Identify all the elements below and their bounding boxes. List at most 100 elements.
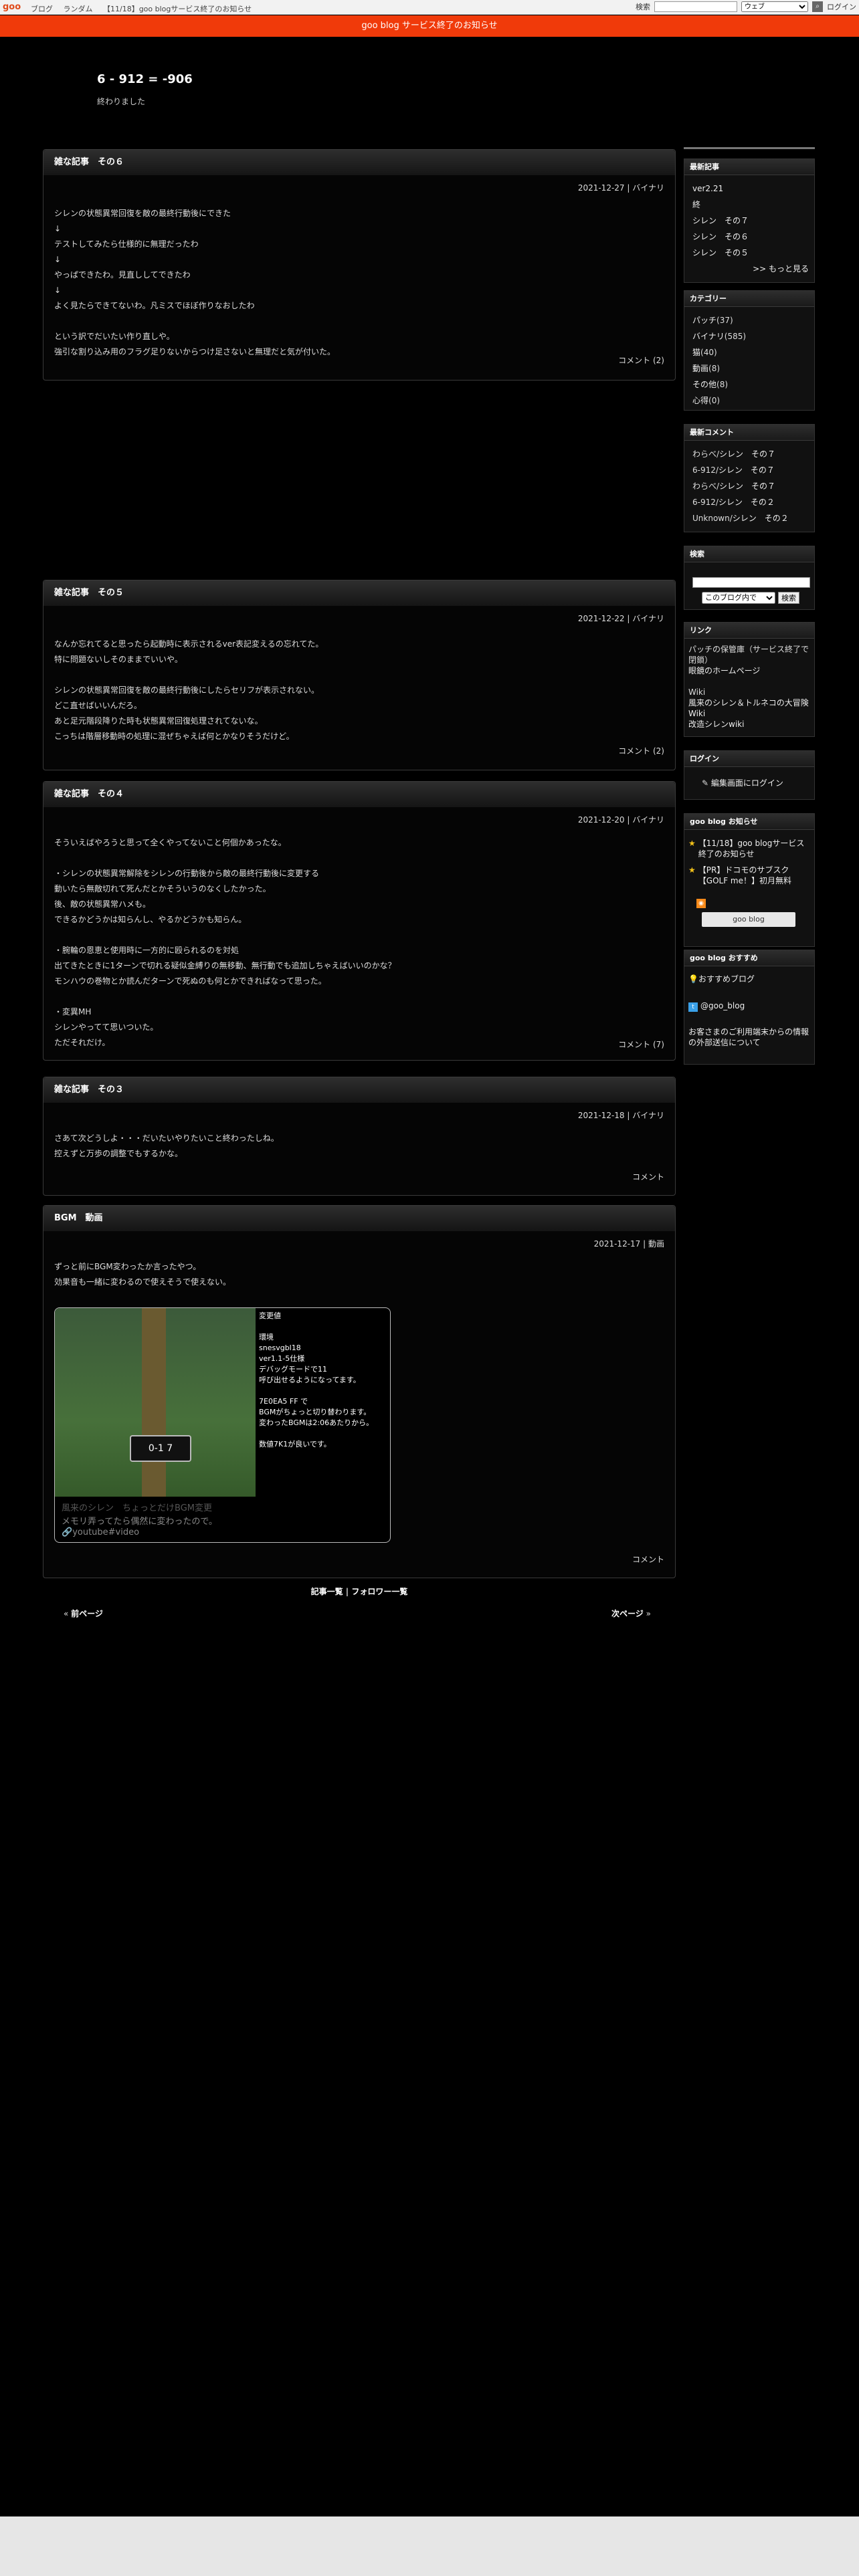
post-date: 2021-12-20 [577, 815, 625, 825]
top-links: ブログ ランダム 【11/18】goo blogサービス終了のお知らせ [31, 3, 260, 14]
post-category[interactable]: バイナリ [632, 815, 664, 825]
post-category[interactable]: 動画 [648, 1239, 664, 1249]
top-link-random[interactable]: ランダム [64, 5, 93, 13]
post-article: 雑な記事 その６ 2021-12-27 | バイナリ シレンの状態異常回復を敵の… [43, 149, 676, 381]
recent-post-link[interactable]: 終 [692, 200, 700, 209]
post-body: ずっと前にBGM変わったか言ったやつ。 効果音も一緒に変わるので使えそうで使えな… [54, 1262, 231, 1287]
sidebar-links-title: リンク [684, 623, 814, 639]
link-item[interactable]: 風来のシレン＆トルネコの大冒険 Wiki [688, 698, 809, 718]
article-list-link[interactable]: 記事一覧 [311, 1587, 343, 1596]
rss-icon[interactable]: ◉ [696, 899, 706, 908]
top-search-button[interactable]: ⌕ [812, 1, 823, 12]
recent-more-link[interactable]: >> もっと見る [753, 264, 809, 274]
follower-list-link[interactable]: フォロワー一覧 [351, 1587, 407, 1596]
post-comment-link[interactable]: コメント (7) [618, 1039, 664, 1050]
category-link[interactable]: その他 [692, 380, 717, 389]
top-login-link[interactable]: ログイン [827, 1, 856, 12]
goo-blog-badge[interactable]: goo blog [702, 912, 795, 927]
sidebar-search-input[interactable] [692, 577, 810, 588]
post-meta: 2021-12-27 | バイナリ [577, 183, 664, 193]
notice-link[interactable]: 【PR】ドコモのサブスク【GOLF me！】初月無料 [698, 865, 809, 886]
comment-post-link[interactable]: シレン その２ [719, 498, 775, 507]
login-link[interactable]: 編集画面にログイン [711, 778, 783, 788]
link-item[interactable]: 改造シレンwiki [688, 720, 744, 729]
post-title[interactable]: 雑な記事 その５ [43, 580, 675, 606]
post-comment-link[interactable]: コメント (2) [618, 745, 664, 756]
comment-post-link[interactable]: シレン その７ [719, 465, 775, 475]
sidebar-login: ログイン ✎ 編集画面にログイン [684, 750, 815, 800]
category-link[interactable]: 猫 [692, 348, 700, 357]
comment-user: わらべ/ [692, 481, 720, 491]
header-divider [684, 147, 815, 149]
post-article: 雑な記事 その４ 2021-12-20 | バイナリ そういえばやろうと思って全… [43, 781, 676, 1061]
post-date: 2021-12-17 [593, 1239, 641, 1249]
top-link-blog[interactable]: ブログ [31, 5, 53, 13]
service-notice-link[interactable]: goo blog サービス終了のお知らせ [361, 21, 497, 31]
sidebar-links: リンク パッチの保管庫（サービス終了で閉鎖） 眼鏡のホームページ Wiki 風来… [684, 622, 815, 737]
next-page: 次ページ » [611, 1609, 651, 1618]
comment-user: 6-912/ [692, 465, 719, 475]
comment-user: わらべ/ [692, 449, 720, 459]
post-article: 雑な記事 その５ 2021-12-22 | バイナリ なんか忘れてると思ったら起… [43, 580, 676, 770]
link-note: パッチの保管庫（サービス終了で閉鎖） [688, 645, 809, 665]
comment-post-link[interactable]: シレン その２ [733, 514, 789, 523]
post-category[interactable]: バイナリ [632, 1111, 664, 1120]
goo-logo[interactable]: goo [3, 2, 21, 12]
comment-post-link[interactable]: シレン その７ [719, 449, 775, 459]
category-link[interactable]: バイナリ [692, 332, 725, 341]
post-category[interactable]: バイナリ [632, 183, 664, 193]
post-body: さあて次どうしよ・・・だいたいやりたいこと終わったしね。 控えずと万歩の調整でも… [54, 1134, 279, 1158]
post-comment-link[interactable]: コメント [632, 1171, 664, 1182]
external-info-link[interactable]: お客さまのご利用端末からの情報の外部送信について [688, 1027, 809, 1047]
recent-post-link[interactable]: シレン その５ [692, 248, 749, 257]
link-item[interactable]: 眼鏡のホームページ [688, 666, 760, 675]
sidebar-search-scope[interactable]: このブログ内で [702, 592, 775, 604]
post-category[interactable]: バイナリ [632, 614, 664, 623]
category-count: (37) [717, 316, 733, 325]
blog-title[interactable]: 6 - 912 = -906 [97, 72, 193, 86]
category-link[interactable]: 心得 [692, 396, 708, 405]
category-link[interactable]: 動画 [692, 364, 708, 373]
top-search-input[interactable] [654, 1, 737, 12]
post-title[interactable]: 雑な記事 その６ [43, 150, 675, 175]
sidebar-comments-title: 最新コメント [684, 425, 814, 441]
post-title[interactable]: BGM 動画 [43, 1206, 675, 1231]
star-icon: ★ [688, 865, 696, 875]
recommend-link[interactable]: おすすめブログ [698, 974, 755, 984]
sidebar-search-button[interactable]: 検索 [778, 592, 799, 604]
notice-link[interactable]: 【11/18】goo blogサービス終了のお知らせ [698, 838, 809, 859]
recent-post-link[interactable]: シレン その７ [692, 216, 749, 225]
twitter-icon: t [688, 1002, 698, 1012]
video-hud: 0-1 7 [130, 1435, 191, 1462]
category-link[interactable]: パッチ [692, 316, 717, 325]
star-icon: ★ [688, 839, 696, 848]
recent-post-link[interactable]: シレン その６ [692, 232, 749, 241]
blog-description: 終わりました [97, 97, 146, 106]
video-embed[interactable]: 0-1 7 変更値 環境 snesvgbl18 ver1.1-5仕様 デバッグモ… [54, 1307, 391, 1543]
prev-page-link[interactable]: 前ページ [71, 1609, 103, 1618]
comment-user: 6-912/ [692, 498, 719, 507]
top-search-scope[interactable]: ウェブ [741, 1, 808, 12]
sidebar-search-title: 検索 [684, 546, 814, 562]
recent-post-link[interactable]: ver2.21 [692, 184, 723, 193]
sidebar-login-title: ログイン [684, 751, 814, 767]
top-search: 検索 ウェブ ⌕ ログイン [636, 1, 856, 12]
video-title[interactable]: 風来のシレン ちょっとだけBGM変更 [62, 1501, 212, 1513]
video-thumbnail[interactable]: 0-1 7 [55, 1308, 256, 1497]
comment-post-link[interactable]: シレン その７ [719, 481, 775, 491]
top-link-notice[interactable]: 【11/18】goo blogサービス終了のお知らせ [103, 5, 252, 13]
twitter-link[interactable]: @goo_blog [700, 1001, 745, 1010]
post-meta: 2021-12-22 | バイナリ [577, 614, 664, 623]
post-comment-link[interactable]: コメント (2) [618, 354, 664, 366]
pencil-icon: ✎ [702, 778, 709, 788]
sidebar-recent-posts: 最新記事 ver2.21 終 シレン その７ シレン その６ シレン その５ >… [684, 158, 815, 283]
post-title[interactable]: 雑な記事 その４ [43, 782, 675, 807]
video-link[interactable]: 🔗youtube#video [62, 1527, 139, 1537]
next-page-link[interactable]: 次ページ [611, 1609, 644, 1618]
category-count: (585) [724, 332, 747, 341]
post-meta: 2021-12-18 | バイナリ [577, 1111, 664, 1120]
post-title[interactable]: 雑な記事 その３ [43, 1077, 675, 1103]
sidebar-recommend-title: goo blog おすすめ [684, 950, 814, 966]
post-comment-link[interactable]: コメント [632, 1553, 664, 1565]
post-date: 2021-12-22 [577, 614, 625, 623]
